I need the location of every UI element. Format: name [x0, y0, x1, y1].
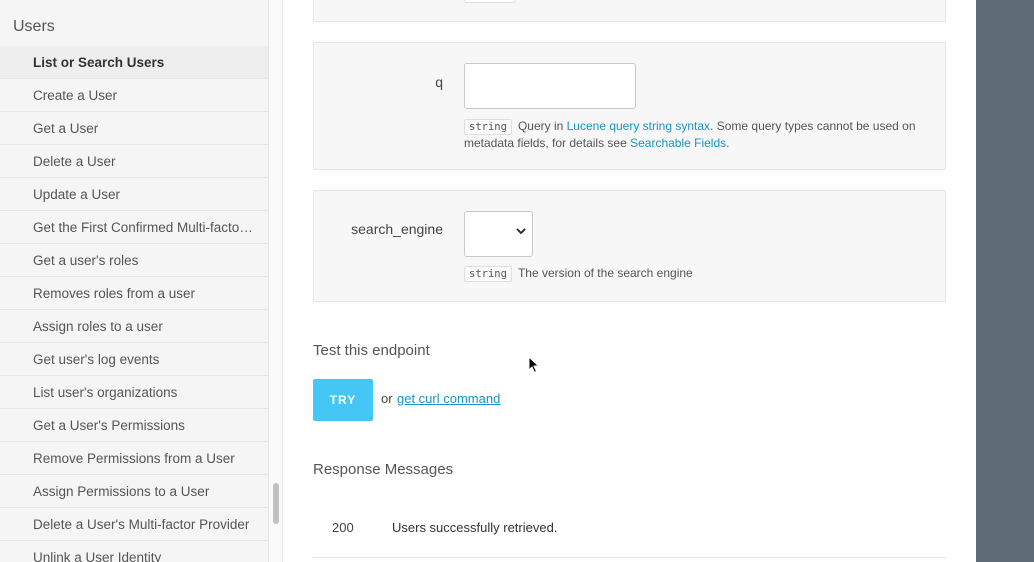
mouse-pointer-icon — [528, 356, 540, 374]
sidebar-item-get-permissions[interactable]: Get a User's Permissions — [0, 409, 268, 442]
table-row: 200 Users successfully retrieved. — [313, 507, 946, 558]
sidebar-item-list-organizations[interactable]: List user's organizations — [0, 376, 268, 409]
sidebar-item-get-first-confirmed-mfa[interactable]: Get the First Confirmed Multi-factor Aut… — [0, 211, 268, 244]
sidebar-item-label: Get the First Confirmed Multi-factor Aut… — [33, 219, 257, 235]
sidebar-list: List or Search Users Create a User Get a… — [0, 46, 268, 562]
sidebar-item-create-a-user[interactable]: Create a User — [0, 79, 268, 112]
sidebar-scrollbar-thumb[interactable] — [273, 483, 279, 524]
param-label-q: q — [435, 74, 443, 90]
sidebar-item-label: Get a user's roles — [33, 252, 139, 268]
param-description-search-engine: string The version of the search engine — [464, 265, 934, 282]
sidebar-item-label: Delete a User's Multi-factor Provider — [33, 516, 250, 532]
sidebar-item-remove-roles[interactable]: Removes roles from a user — [0, 277, 268, 310]
desc-text: The version of the search engine — [517, 266, 693, 280]
sidebar-item-unlink-identity[interactable]: Unlink a User Identity — [0, 541, 268, 562]
sidebar-item-remove-permissions[interactable]: Remove Permissions from a User — [0, 442, 268, 475]
sidebar-item-update-a-user[interactable]: Update a User — [0, 178, 268, 211]
previous-input-edge — [464, 0, 516, 3]
search-engine-select[interactable] — [464, 211, 533, 257]
sidebar-item-label: Remove Permissions from a User — [33, 450, 235, 466]
sidebar-item-label: Assign roles to a user — [33, 318, 163, 334]
sidebar-item-label: Get user's log events — [33, 351, 160, 367]
lucene-syntax-link[interactable]: Lucene query string syntax — [567, 119, 710, 133]
response-message: Users successfully retrieved. — [392, 520, 558, 535]
sidebar-item-label: Get a User — [33, 120, 99, 136]
sidebar-item-label: Create a User — [33, 87, 118, 103]
sidebar-item-label: List or Search Users — [33, 54, 165, 70]
sidebar-item-label: Removes roles from a user — [33, 285, 196, 301]
sidebar-item-delete-mfa-provider[interactable]: Delete a User's Multi-factor Provider — [0, 508, 268, 541]
sidebar-item-assign-roles[interactable]: Assign roles to a user — [0, 310, 268, 343]
sidebar-item-get-a-user[interactable]: Get a User — [0, 112, 268, 145]
sidebar-item-label: Assign Permissions to a User — [33, 483, 210, 499]
sidebar-item-label: List user's organizations — [33, 384, 178, 400]
response-messages-title: Response Messages — [313, 461, 454, 478]
get-curl-command-link[interactable]: get curl command — [397, 391, 500, 406]
sidebar: Users List or Search Users Create a User… — [0, 0, 269, 562]
or-label: or — [381, 391, 393, 406]
main-content: q string Query in Lucene query string syn… — [284, 0, 976, 562]
sidebar-scrollbar-track[interactable] — [269, 0, 283, 562]
sidebar-item-label: Delete a User — [33, 153, 116, 169]
sidebar-item-label: Get a User's Permissions — [33, 417, 185, 433]
param-label-search-engine: search_engine — [351, 221, 443, 237]
type-tag: string — [464, 119, 512, 135]
param-box-q: q string Query in Lucene query string syn… — [313, 42, 946, 170]
type-tag: string — [464, 266, 512, 282]
sidebar-item-delete-a-user[interactable]: Delete a User — [0, 145, 268, 178]
sidebar-item-get-log-events[interactable]: Get user's log events — [0, 343, 268, 376]
desc-text: Query in — [517, 119, 567, 133]
searchable-fields-link[interactable]: Searchable Fields — [630, 136, 726, 150]
param-box-previous — [313, 0, 946, 22]
sidebar-item-assign-permissions[interactable]: Assign Permissions to a User — [0, 475, 268, 508]
try-button[interactable]: TRY — [313, 379, 373, 421]
test-endpoint-title: Test this endpoint — [313, 342, 430, 359]
response-code: 200 — [332, 520, 354, 535]
param-description-q: string Query in Lucene query string synta… — [464, 118, 934, 151]
sidebar-item-label: Unlink a User Identity — [33, 549, 162, 562]
sidebar-item-get-user-roles[interactable]: Get a user's roles — [0, 244, 268, 277]
sidebar-item-list-or-search-users[interactable]: List or Search Users — [0, 46, 268, 79]
q-input[interactable] — [464, 63, 636, 109]
sidebar-section-title: Users — [13, 18, 55, 35]
desc-text: . — [726, 136, 730, 150]
sidebar-item-label: Update a User — [33, 186, 121, 202]
param-box-search-engine: search_engine string The version of the s… — [313, 190, 946, 302]
chevron-down-icon — [516, 228, 526, 235]
right-side-panel — [976, 0, 1034, 562]
